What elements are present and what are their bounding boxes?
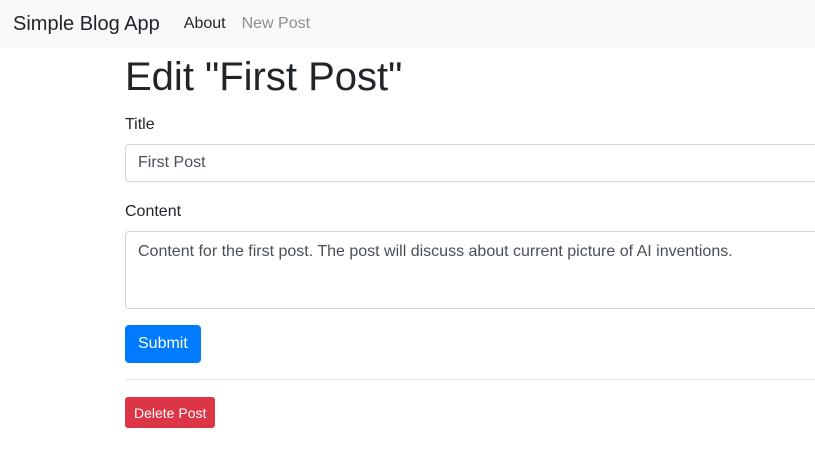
delete-post-button[interactable]: Delete Post (125, 397, 216, 428)
page-title: Edit "First Post" (125, 55, 403, 99)
title-input[interactable] (125, 144, 815, 182)
nav-link-about[interactable]: About (184, 15, 226, 33)
divider (125, 379, 815, 380)
title-label: Title (125, 116, 155, 133)
main-content: Edit "First Post" Title Content Content … (125, 48, 815, 428)
nav-link-new-post[interactable]: New Post (242, 15, 310, 33)
edit-post-form: Title Content Content for the first post… (125, 115, 815, 363)
submit-button[interactable]: Submit (125, 325, 201, 363)
navbar-brand[interactable]: Simple Blog App (13, 13, 160, 36)
navbar: Simple Blog App About New Post (0, 0, 815, 48)
content-textarea[interactable]: Content for the first post. The post wil… (125, 231, 815, 309)
content-label: Content (125, 203, 182, 220)
